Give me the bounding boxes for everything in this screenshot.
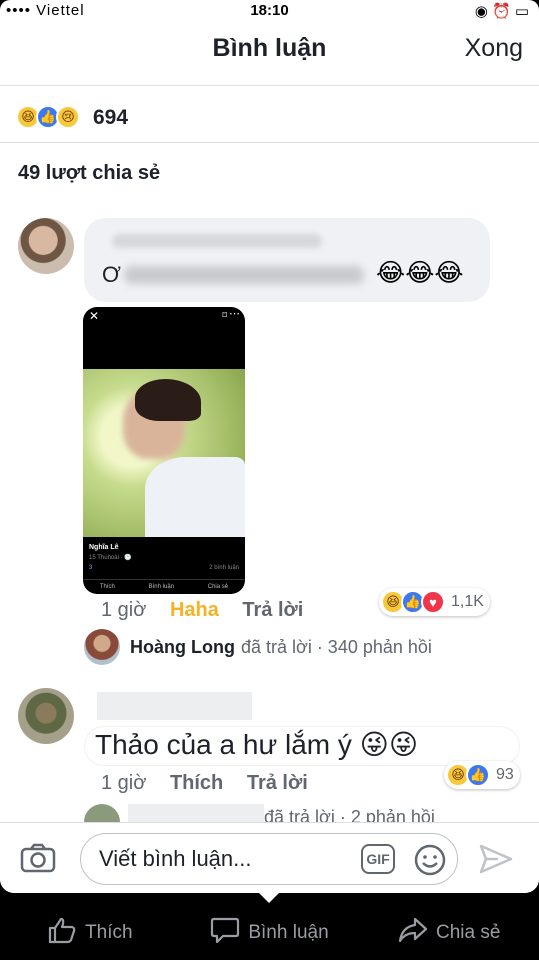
tab-comment-label: Bình luận <box>248 921 329 943</box>
gif-button[interactable]: GIF <box>361 844 395 874</box>
sad-reaction-icon: 😢 <box>56 105 80 129</box>
comment-emoji: 😂😂😂 <box>376 259 464 287</box>
tag-icon: ⌑ <box>222 310 227 320</box>
photo-comment-count: 2 bình luận <box>209 565 239 571</box>
photo-actions: Thích Bình luận Chia sẻ <box>83 579 245 590</box>
reaction-total: 1,1K <box>451 593 484 610</box>
page-title: Bình luận <box>212 34 327 62</box>
status-icons: ◉ ⏰ ▭ <box>474 3 529 20</box>
share-icon <box>398 916 436 950</box>
comment-reactions-pill[interactable]: 😆 👍 93 <box>444 761 520 789</box>
send-icon[interactable] <box>478 843 514 880</box>
comment-meta-row: 1 giờ Haha Trả lời <box>101 599 303 622</box>
comment-placeholder: Viết bình luận... <box>99 846 252 871</box>
photo-reaction-count: 3 <box>89 565 93 571</box>
reply-author: Hoàng Long <box>130 636 235 657</box>
post-reactions-row[interactable]: 😆 👍 😢 694 <box>0 87 539 143</box>
comment-icon <box>210 916 248 950</box>
comment-composer: Viết bình luận... GIF <box>0 822 539 893</box>
comments-sheet: •••• Viettel 18:10 ◉ ⏰ ▭ Bình luận Xong … <box>0 0 539 893</box>
comment-bubble[interactable]: Ơ 😂😂😂 <box>84 218 490 302</box>
reaction-total: 93 <box>496 766 514 783</box>
reaction-count: 694 <box>93 106 129 129</box>
commenter-avatar[interactable] <box>18 688 74 744</box>
photo-meta: 15 Thuhoài · 🕒 <box>89 555 132 561</box>
comment-time: 1 giờ <box>101 772 147 794</box>
reaction-icons: 😆 👍 😢 <box>16 105 80 129</box>
post-action-bar: Thích Bình luận Chia sẻ <box>0 905 539 960</box>
comment-reactions-pill[interactable]: 😆 👍 ♥ 1,1K <box>379 588 490 616</box>
photo-toolbar: ✕ ⌑ ⋯ <box>83 307 245 369</box>
photo-shirt <box>145 457 245 537</box>
sticker-icon[interactable] <box>413 843 447 882</box>
close-icon: ✕ <box>89 309 100 323</box>
reply-button[interactable]: Trả lời <box>242 599 303 621</box>
photo-owner-name: Nghĩa Lê <box>89 544 119 551</box>
tab-comment[interactable]: Bình luận <box>180 905 360 960</box>
sheet-pointer <box>259 893 279 903</box>
love-reaction-icon: ♥ <box>421 590 445 614</box>
tab-share[interactable]: Chia sẻ <box>359 905 539 960</box>
tab-like[interactable]: Thích <box>0 905 180 960</box>
reply-summary: đã trả lời · 340 phản hồi <box>240 636 432 657</box>
comment-bubble[interactable]: Thảo của a hư lắm ý 😜😜 <box>84 726 520 766</box>
camera-icon[interactable] <box>20 843 56 878</box>
comment-time: 1 giờ <box>101 599 147 621</box>
comment-text: Ơ <box>102 262 121 287</box>
blurred-name <box>97 692 252 720</box>
photo-like: Thích <box>99 584 115 590</box>
blurred-name <box>112 234 322 248</box>
blurred-text <box>124 266 364 284</box>
more-icon: ⋯ <box>229 308 240 320</box>
like-reaction-icon: 👍 <box>466 763 490 787</box>
photo-comment: Bình luận <box>148 584 174 590</box>
status-bar: •••• Viettel 18:10 ◉ ⏰ ▭ <box>0 0 539 22</box>
comment-input[interactable]: Viết bình luận... GIF <box>80 833 458 885</box>
reply-avatar <box>84 629 120 665</box>
replies-preview[interactable]: Hoàng Long đã trả lời · 340 phản hồi <box>84 629 432 665</box>
comment-attachment-screenshot[interactable]: ✕ ⌑ ⋯ Nghĩa Lê 15 Thuhoài · 🕒 3 2 bình l… <box>83 307 245 594</box>
done-button[interactable]: Xong <box>465 34 523 63</box>
photo-share: Chia sẻ <box>207 584 229 590</box>
like-button[interactable]: Thích <box>170 772 223 794</box>
comment-text: Thảo của a hư lắm ý 😜😜 <box>95 729 419 760</box>
reply-button[interactable]: Trả lời <box>247 772 308 794</box>
photo-hair <box>135 379 201 421</box>
thumbs-up-icon <box>47 916 85 950</box>
tab-share-label: Chia sẻ <box>435 921 501 943</box>
comment-meta-row: 1 giờ Thích Trả lời <box>101 772 308 795</box>
commenter-avatar[interactable] <box>18 218 74 274</box>
share-count[interactable]: 49 lượt chia sẻ <box>18 162 160 185</box>
clock: 18:10 <box>250 2 289 19</box>
nav-bar: Bình luận Xong <box>0 22 539 86</box>
tab-like-label: Thích <box>85 921 133 943</box>
haha-button[interactable]: Haha <box>170 599 219 621</box>
